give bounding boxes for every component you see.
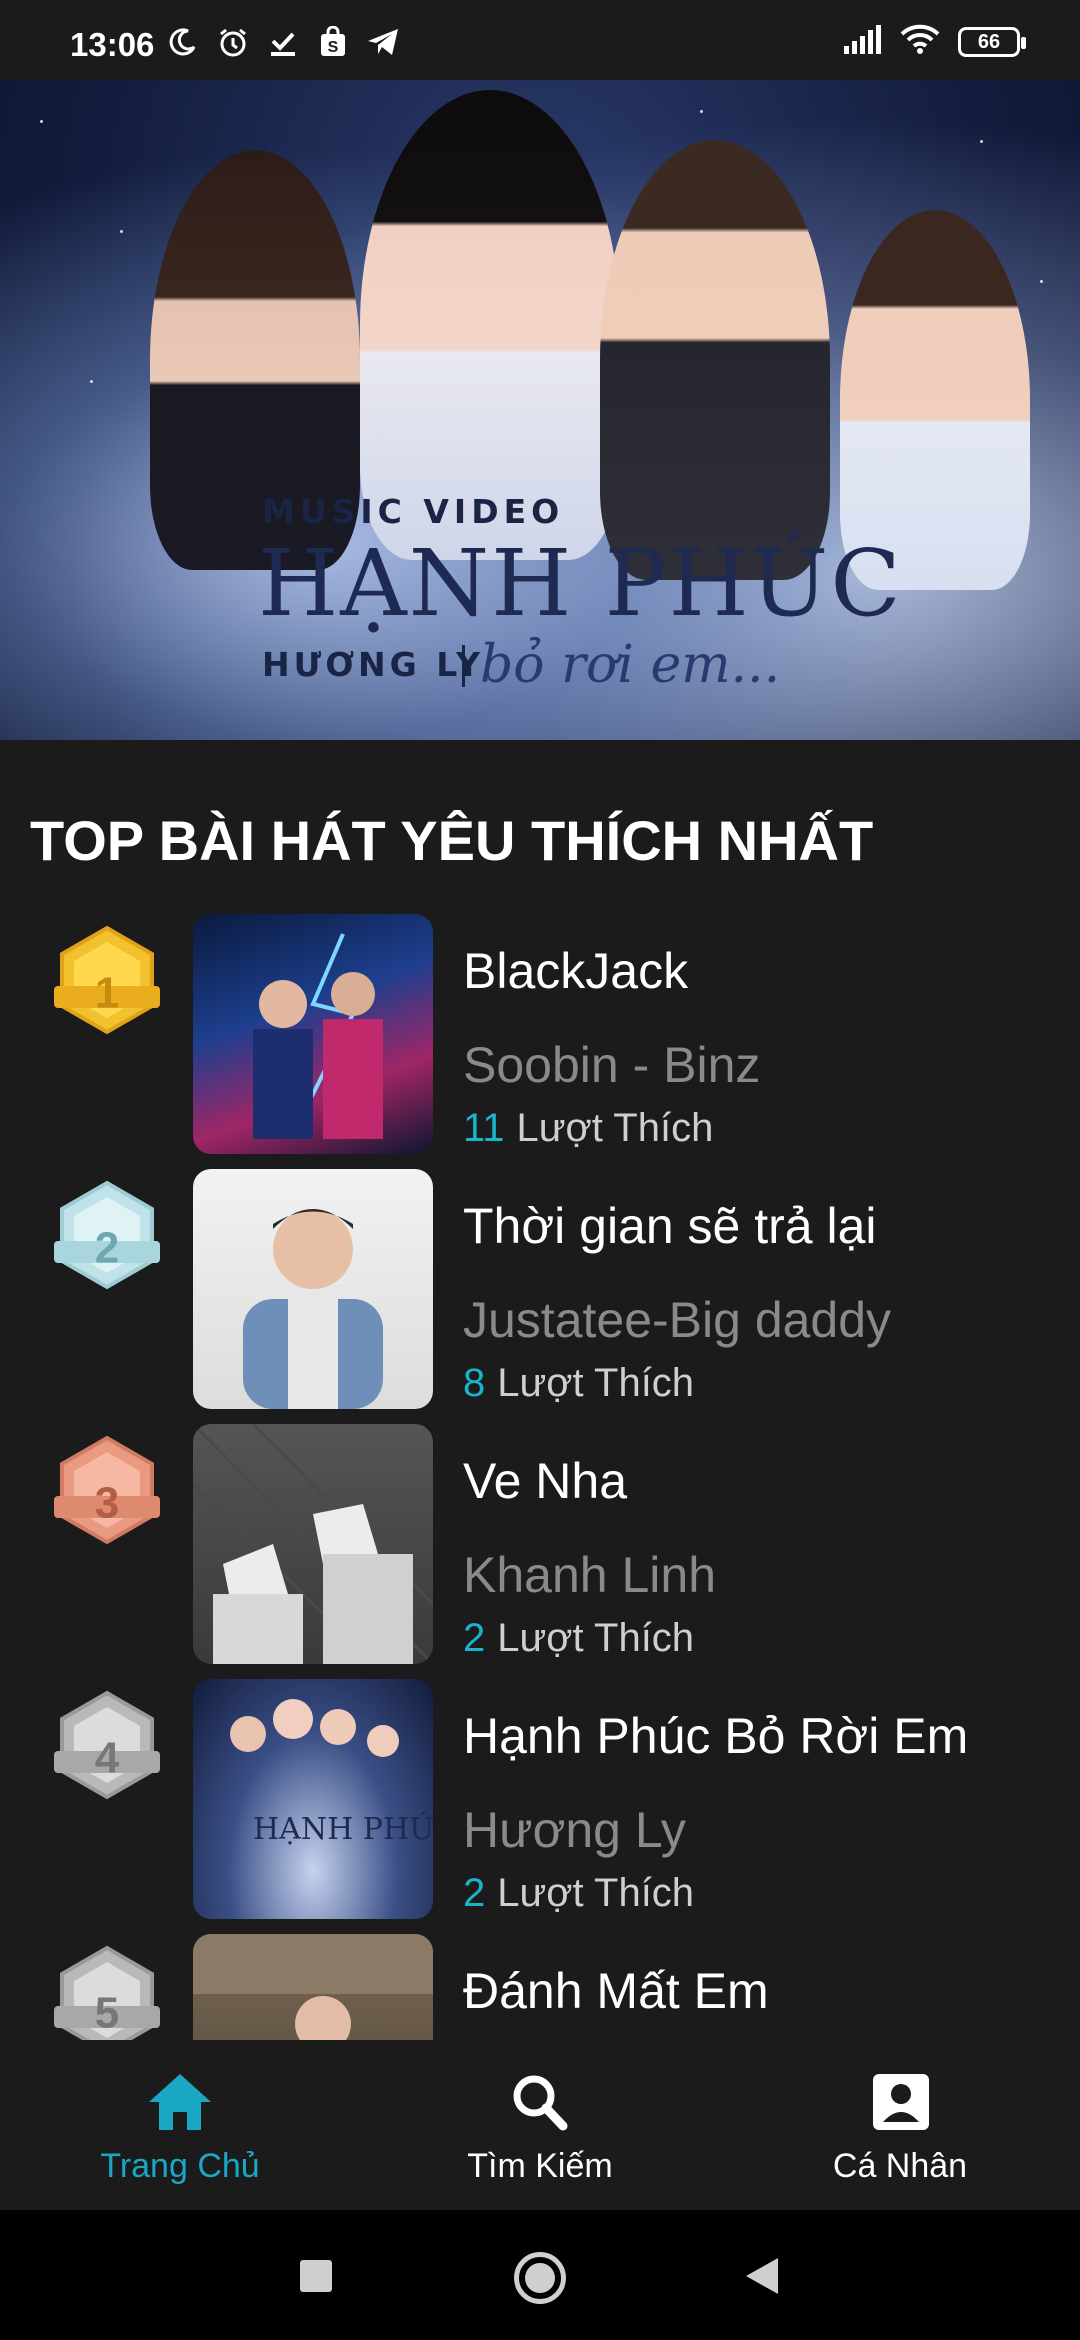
section-title: TOP BÀI HÁT YÊU THÍCH NHẤT [30, 809, 874, 872]
nav-profile[interactable]: Cá Nhân [770, 2070, 1030, 2186]
shopping-bag-icon: S [315, 24, 351, 60]
rank-number: 4 [95, 1734, 120, 1783]
system-navigation-bar [0, 2210, 1080, 2340]
back-arrow-icon [746, 2258, 778, 2294]
song-likes: 2 Lượt Thích [463, 1616, 694, 1661]
status-right: 66 [842, 24, 1026, 59]
download-done-icon [265, 24, 301, 60]
telegram-icon [365, 24, 401, 60]
signal-icon [842, 24, 882, 59]
rank-number: 3 [95, 1479, 119, 1528]
top-songs-list[interactable]: 1 BlackJack Soobin - Binz 11 Lượt Thích 2… [0, 910, 1080, 2040]
rank-medal-icon: 3 [48, 1434, 166, 1552]
likes-label: Lượt Thích [497, 1361, 695, 1405]
account-box-icon [873, 2074, 929, 2130]
alarm-icon [215, 24, 251, 60]
likes-count: 11 [463, 1106, 505, 1150]
banner-artist-3 [600, 140, 830, 580]
banner-separator [462, 645, 465, 687]
battery-indicator: 66 [958, 26, 1026, 57]
banner-label: MUSIC VIDEO [262, 492, 565, 531]
wifi-icon [900, 24, 940, 59]
song-row[interactable]: 2 Thời gian sẽ trả lại Justatee-Big dadd… [0, 1165, 1080, 1420]
banner-title: HẠNH PHÚC [258, 530, 903, 637]
rank-medal-icon: 4 [48, 1689, 166, 1807]
song-likes: 8 Lượt Thích [463, 1361, 694, 1406]
song-artist: Khanh Linh [463, 1547, 717, 1603]
rank-medal-icon: 2 [48, 1179, 166, 1297]
rank-number: 1 [95, 969, 119, 1018]
svg-text:S: S [328, 39, 339, 56]
likes-count: 2 [463, 1616, 486, 1660]
likes-count: 2 [463, 1871, 486, 1915]
status-bar: 13:06 S 66 [0, 0, 1080, 80]
song-title: Hạnh Phúc Bỏ Rời Em [463, 1708, 969, 1764]
song-likes: 2 Lượt Thích [463, 1871, 694, 1916]
back-button[interactable] [742, 2256, 782, 2301]
status-time: 13:06 [70, 26, 155, 63]
nav-profile-label: Cá Nhân [832, 2147, 968, 2185]
rank-number: 2 [95, 1224, 119, 1273]
likes-count: 8 [463, 1361, 486, 1405]
song-title: Ve Nha [463, 1453, 628, 1509]
nav-search[interactable]: Tìm Kiếm [410, 2070, 670, 2186]
rank-medal-icon: 5 [48, 1944, 166, 2040]
song-row[interactable]: 3 Ve Nha Khanh Linh 2 Lượt Thích [0, 1420, 1080, 1675]
likes-label: Lượt Thích [497, 1616, 695, 1660]
home-icon [149, 2074, 211, 2130]
song-row[interactable]: 5 Đánh Mất Em [0, 1930, 1080, 2040]
song-cover[interactable] [193, 914, 433, 1154]
banner-subtitle: bỏ rơi em... [480, 635, 781, 695]
nav-home-label: Trang Chủ [100, 2147, 260, 2185]
search-icon [513, 2075, 568, 2131]
song-artist: Justatee-Big daddy [463, 1292, 892, 1348]
nav-search-label: Tìm Kiếm [467, 2147, 613, 2185]
song-likes: 11 Lượt Thích [463, 1106, 713, 1151]
song-row[interactable]: 4 HẠNH PHÚC Hạnh Phúc Bỏ Rời Em Hương Ly… [0, 1675, 1080, 1930]
song-cover[interactable] [193, 1169, 433, 1409]
song-row[interactable]: 1 BlackJack Soobin - Binz 11 Lượt Thích [0, 910, 1080, 1165]
song-title: Thời gian sẽ trả lại [463, 1198, 877, 1254]
song-title: BlackJack [463, 943, 689, 999]
song-artist: Hương Ly [463, 1802, 686, 1858]
notification-icons: S [165, 24, 401, 60]
featured-banner[interactable]: MUSIC VIDEO HẠNH PHÚC HƯƠNG LY bỏ rơi em… [0, 80, 1080, 740]
bottom-navigation: Trang Chủ Tìm Kiếm Cá Nhân [0, 2040, 1080, 2210]
likes-label: Lượt Thích [516, 1106, 714, 1150]
banner-artist-2 [360, 90, 620, 560]
likes-label: Lượt Thích [497, 1871, 695, 1915]
rank-medal-icon: 1 [48, 924, 166, 1042]
song-cover[interactable] [193, 1934, 433, 2040]
song-cover[interactable]: HẠNH PHÚC [193, 1679, 433, 1919]
rank-number: 5 [95, 1989, 119, 2038]
recent-apps-button[interactable] [300, 2260, 332, 2292]
svg-text:HẠNH PHÚC: HẠNH PHÚC [253, 1811, 433, 1847]
home-button[interactable] [514, 2252, 566, 2304]
banner-artist: HƯƠNG LY [262, 645, 484, 684]
moon-icon [165, 24, 201, 60]
song-title: Đánh Mất Em [463, 1963, 769, 2019]
song-artist: Soobin - Binz [463, 1037, 761, 1093]
nav-home[interactable]: Trang Chủ [50, 2070, 310, 2186]
song-cover[interactable] [193, 1424, 433, 1664]
